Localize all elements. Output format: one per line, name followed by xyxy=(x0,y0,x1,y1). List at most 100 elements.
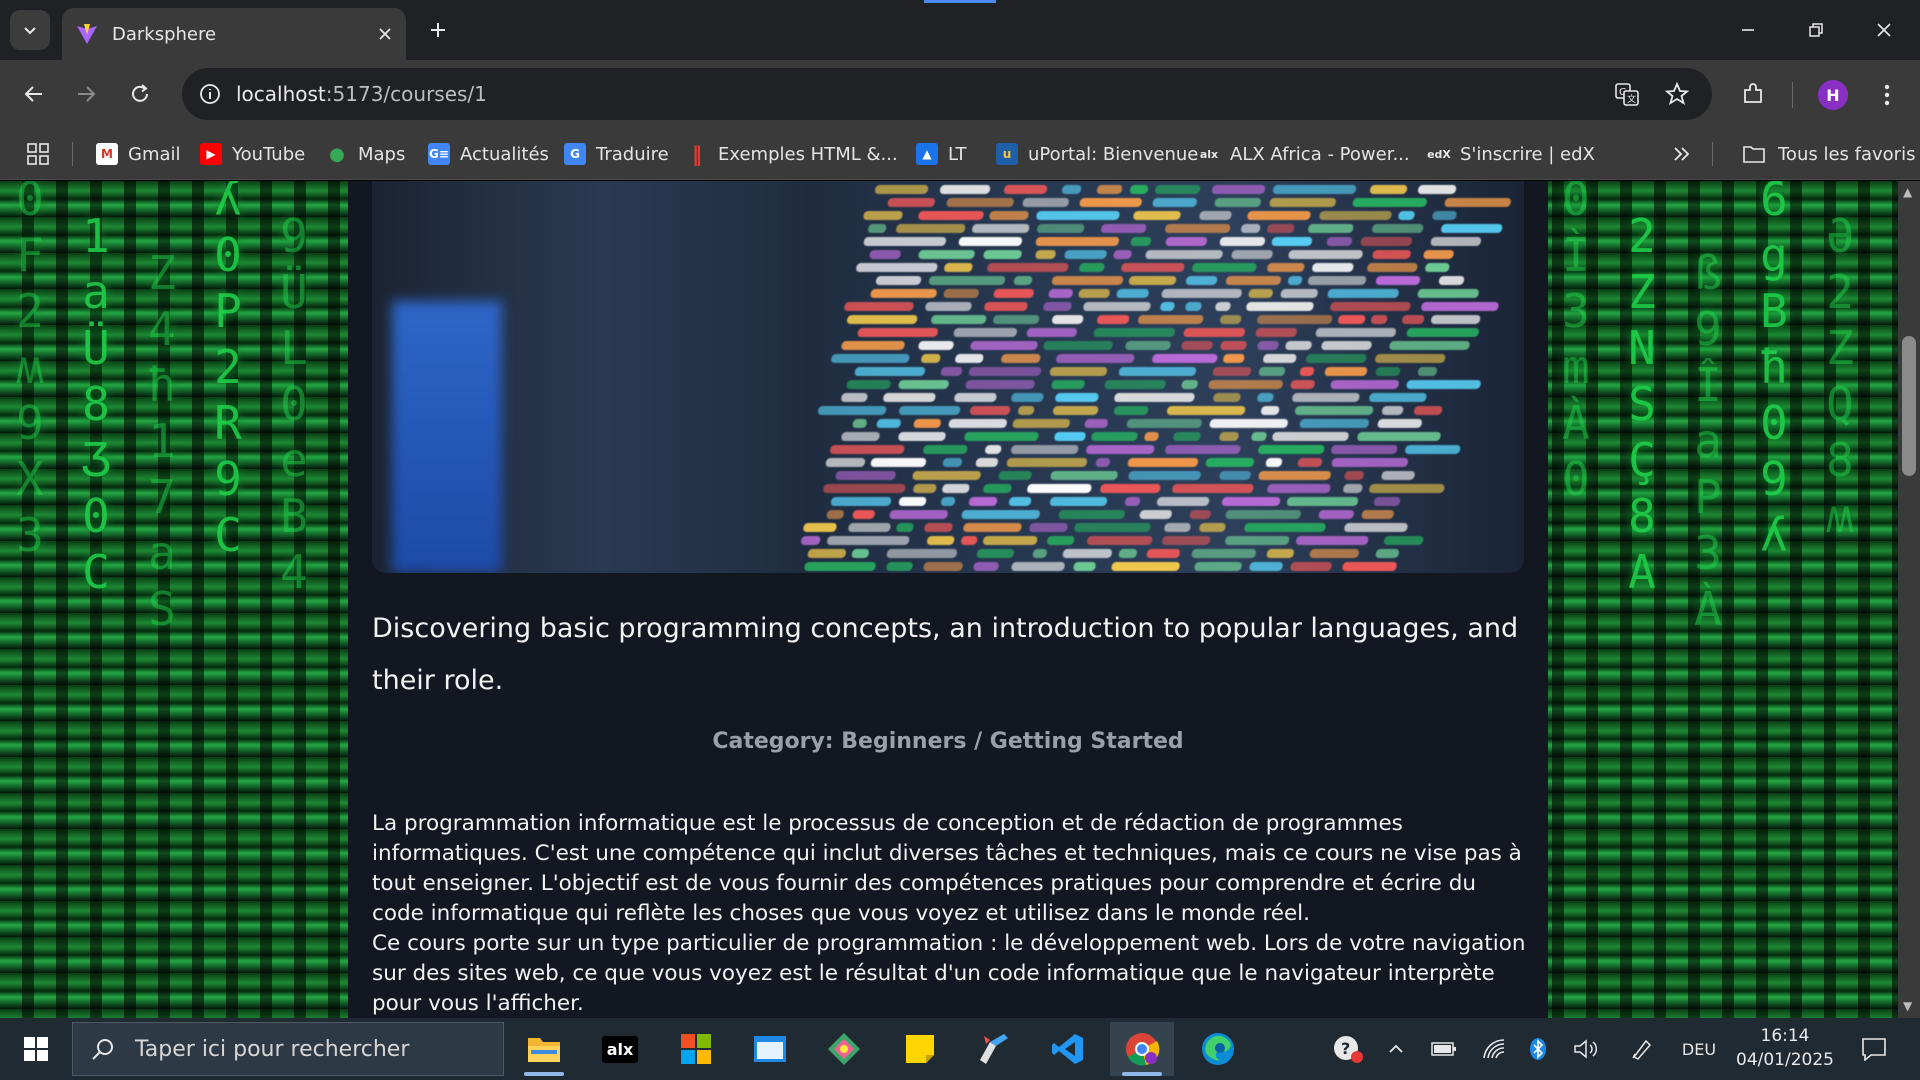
taskbar-app-window[interactable] xyxy=(738,1022,802,1076)
tray-network[interactable] xyxy=(1478,1034,1510,1064)
more-bookmarks-icon[interactable] xyxy=(1672,144,1692,164)
more-menu-icon[interactable] xyxy=(1874,82,1900,108)
taskbar-chrome[interactable] xyxy=(1110,1022,1174,1076)
app-window-icon xyxy=(754,1036,786,1062)
tab-darksphere[interactable]: Darksphere xyxy=(62,8,406,60)
code-line-segment xyxy=(1161,536,1212,545)
tray-notifications[interactable] xyxy=(1854,1034,1894,1064)
bookmark-lt[interactable]: ▲ LT xyxy=(916,138,967,170)
code-line-segment xyxy=(1374,354,1447,363)
tray-clock[interactable]: 16:14 04/01/2025 xyxy=(1730,1024,1840,1072)
code-line-segment xyxy=(1139,510,1173,519)
code-line-segment xyxy=(1311,263,1355,272)
minimize-button[interactable] xyxy=(1722,8,1774,52)
bookmark-uportal[interactable]: u uPortal: Bienvenue xyxy=(996,138,1198,170)
code-line-segment xyxy=(954,354,984,363)
code-line-segment xyxy=(1137,315,1204,324)
tray-show-hidden[interactable] xyxy=(1382,1034,1410,1064)
bookmark-label: Traduire xyxy=(596,143,669,165)
tray-bluetooth[interactable] xyxy=(1524,1034,1552,1064)
bookmark-youtube[interactable]: ▶ YouTube xyxy=(200,138,305,170)
bookmark-edx[interactable]: edX S'inscrire | edX xyxy=(1427,138,1595,170)
search-icon xyxy=(92,1039,113,1060)
bookmark-exemples-html[interactable]: ‖ Exemples HTML &... xyxy=(686,138,898,170)
code-line-segment xyxy=(1290,380,1316,389)
code-line-segment xyxy=(1000,354,1041,363)
tab-strip: Darksphere xyxy=(0,0,1920,60)
chevron-up-icon xyxy=(1389,1044,1403,1053)
bookmark-traduire[interactable]: G Traduire xyxy=(564,138,669,170)
code-line-segment xyxy=(963,432,1039,441)
bookmarks-bar: M Gmail ▶ YouTube ● Maps G≡ Actualités G… xyxy=(0,128,1920,180)
restore-button[interactable] xyxy=(1790,8,1842,52)
extensions-icon[interactable] xyxy=(1740,82,1766,108)
code-line-segment xyxy=(975,458,999,467)
page-scrollbar[interactable]: ▲ ▼ xyxy=(1898,181,1920,1018)
new-tab-button[interactable] xyxy=(420,12,456,48)
tray-language[interactable]: DEU xyxy=(1676,1034,1722,1064)
taskbar-search[interactable]: Taper ici pour rechercher xyxy=(72,1022,504,1076)
taskbar-microsoft-store[interactable] xyxy=(664,1022,728,1076)
code-line-segment xyxy=(1046,536,1076,545)
site-info-icon[interactable] xyxy=(198,82,222,106)
code-line-segment xyxy=(1406,380,1482,389)
translate-icon: G xyxy=(564,143,586,165)
taskbar-alx[interactable]: alx xyxy=(588,1022,652,1076)
code-line-segment xyxy=(1314,328,1397,337)
windows-taskbar: Taper ici pour rechercher alx ? DEU 16:1… xyxy=(0,1018,1920,1080)
scrollbar-thumb[interactable] xyxy=(1902,336,1916,476)
scroll-up-icon[interactable]: ▲ xyxy=(1903,185,1912,199)
code-line-segment xyxy=(1371,250,1412,259)
code-line-segment xyxy=(1100,224,1148,233)
code-line-segment xyxy=(940,497,956,506)
bookmark-label: Actualités xyxy=(460,143,549,165)
bookmark-maps[interactable]: ● Maps xyxy=(326,138,405,170)
all-bookmarks-folder[interactable]: Tous les favoris xyxy=(1742,138,1915,170)
forward-button[interactable] xyxy=(66,74,106,114)
taskbar-paint-app[interactable] xyxy=(962,1022,1026,1076)
code-line-segment xyxy=(1132,211,1182,220)
code-line-segment xyxy=(1198,211,1233,220)
translate-page-icon[interactable]: G文 xyxy=(1614,81,1640,107)
reload-button[interactable] xyxy=(120,74,160,114)
code-line-segment xyxy=(1405,328,1480,337)
bookmark-star-icon[interactable] xyxy=(1664,81,1690,107)
code-line-segment xyxy=(968,497,998,506)
code-line-segment xyxy=(1240,224,1261,233)
start-button[interactable] xyxy=(10,1026,62,1072)
vscode-icon xyxy=(1052,1034,1083,1064)
bookmark-alx[interactable]: alx ALX Africa - Power... xyxy=(1198,138,1410,170)
code-line-segment xyxy=(982,484,1012,493)
tray-battery[interactable] xyxy=(1428,1034,1460,1064)
back-button[interactable] xyxy=(14,74,54,114)
taskbar-edge[interactable] xyxy=(1186,1022,1250,1076)
taskbar-vscode[interactable] xyxy=(1036,1022,1100,1076)
code-line-segment xyxy=(846,315,918,324)
apps-grid-icon[interactable] xyxy=(26,142,50,166)
address-bar[interactable]: localhost:5173/courses/1 G文 xyxy=(182,68,1712,120)
matrix-glyph-column: 0Ì3mÀ0 xyxy=(1562,181,1590,506)
close-window-button[interactable] xyxy=(1858,8,1910,52)
bookmark-gmail[interactable]: M Gmail xyxy=(96,138,181,170)
code-line-segment xyxy=(1256,315,1334,324)
taskbar-snipping-tool[interactable] xyxy=(812,1022,876,1076)
tray-pen[interactable] xyxy=(1626,1034,1658,1064)
code-line-segment xyxy=(1284,341,1312,350)
code-line-segment xyxy=(1164,237,1208,246)
scroll-down-icon[interactable]: ▼ xyxy=(1903,999,1912,1013)
code-line-segment xyxy=(1248,562,1284,571)
tray-volume[interactable] xyxy=(1570,1034,1602,1064)
url-text[interactable]: localhost:5173/courses/1 xyxy=(236,82,487,106)
bookmark-actualites[interactable]: G≡ Actualités xyxy=(428,138,549,170)
code-line-segment xyxy=(1095,185,1123,194)
profile-avatar[interactable]: H xyxy=(1818,80,1848,110)
code-line-segment xyxy=(923,523,954,532)
code-line-segment xyxy=(1440,224,1503,233)
code-line-segment xyxy=(1375,549,1401,558)
taskbar-sticky-notes[interactable] xyxy=(888,1022,952,1076)
code-line-segment xyxy=(1154,185,1202,194)
tray-help[interactable]: ? xyxy=(1328,1034,1368,1064)
tab-search-button[interactable] xyxy=(10,10,50,50)
taskbar-file-explorer[interactable] xyxy=(512,1022,576,1076)
close-tab-icon[interactable] xyxy=(378,27,392,41)
